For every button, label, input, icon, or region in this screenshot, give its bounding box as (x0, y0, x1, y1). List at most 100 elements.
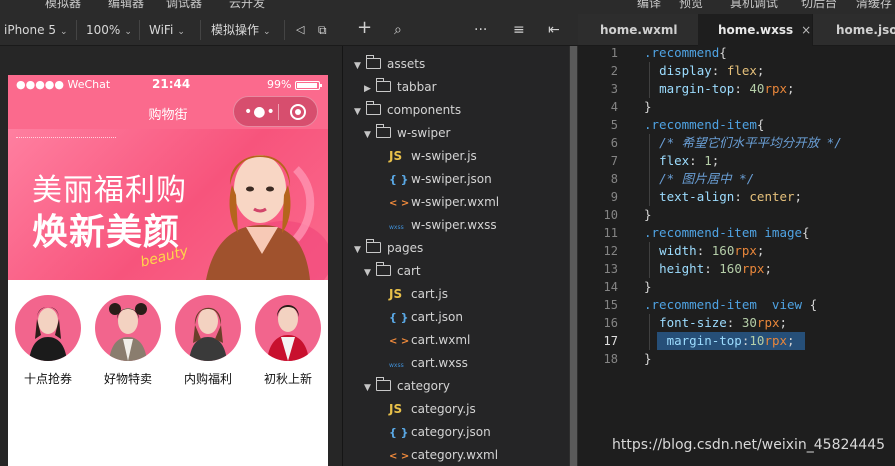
code-token: 160 (719, 261, 742, 276)
code-line: .recommend-item view { (644, 296, 817, 314)
close-target-icon[interactable] (290, 104, 306, 120)
tree-file[interactable]: < > w-swiper.wxml (389, 191, 499, 214)
zoom-select[interactable]: 100% ⌄ (86, 14, 132, 46)
code-token: 40 (749, 81, 765, 96)
operation-select[interactable]: 模拟操作 ⌄ (211, 14, 271, 46)
line-number: 4 (610, 100, 618, 114)
more-icon[interactable]: ··· (474, 20, 487, 40)
menu-simulator[interactable]: 模拟器 (45, 0, 81, 11)
menu-preview[interactable]: 预览 (679, 0, 703, 11)
chevron-right-icon: ▶ (364, 84, 371, 94)
code-token: : (734, 189, 750, 204)
tree-file[interactable]: JS w-swiper.js (389, 145, 477, 168)
explorer-scrollbar[interactable] (569, 46, 578, 466)
menu-clear-cache[interactable]: 清缓存 (856, 0, 892, 11)
tree-file[interactable]: { } w-swiper.json (389, 168, 492, 191)
code-token: 30 (741, 315, 757, 330)
device-select[interactable]: iPhone 5 ⌄ (4, 14, 68, 46)
tree-item-label: w-swiper.js (411, 149, 477, 163)
tree-folder-assets[interactable]: ▼ assets (354, 53, 425, 76)
tree-folder-pages[interactable]: ▼ pages (354, 237, 423, 260)
folder-open-icon (366, 101, 381, 115)
tree-item-label: category (397, 379, 451, 393)
menu-background[interactable]: 切后台 (801, 0, 837, 11)
simulator-toolbar: iPhone 5 ⌄ 100% ⌄ WiFi ⌄ 模拟操作 ⌄ ◁ ⧉ (0, 14, 343, 46)
sort-icon[interactable]: ≡ (513, 20, 525, 40)
js-file-icon: JS (389, 287, 403, 301)
banner-swiper[interactable]: 美丽福利购 焕新美颜 beauty (8, 129, 328, 280)
code-line: margin-top: 40rpx; (644, 80, 795, 98)
menu-compile[interactable]: 编译 (637, 0, 661, 11)
divider (200, 20, 201, 40)
line-number: 11 (603, 226, 618, 240)
tree-file[interactable]: JS category.js (389, 398, 476, 421)
recommend-item[interactable]: 初秋上新 (248, 295, 328, 387)
simulator-panel: ●●●●● WeChat 21:44 99% 购物街 •●• 美丽福利购 焕新美… (0, 46, 343, 466)
code-token: width (659, 243, 697, 258)
close-icon[interactable]: × (801, 23, 811, 37)
more-icon[interactable]: •●• (244, 104, 276, 120)
code-token: ; (787, 81, 795, 96)
code-token: flex (659, 153, 690, 168)
code-line: margin-top:10rpx; (644, 332, 795, 350)
tree-file[interactable]: < > cart.wxml (389, 329, 470, 352)
menu-editor[interactable]: 编辑器 (108, 0, 144, 11)
banner-decoration (16, 137, 116, 157)
recommend-label: 内购福利 (183, 372, 232, 386)
code-token: ; (787, 333, 795, 348)
tree-item-label: assets (387, 57, 426, 71)
add-icon[interactable]: + (357, 18, 372, 38)
network-select[interactable]: WiFi ⌄ (149, 14, 185, 46)
menu-debugger[interactable]: 调试器 (166, 0, 202, 11)
chevron-down-icon: ▼ (364, 130, 371, 140)
volume-icon[interactable]: ◁ (296, 14, 304, 46)
network-label: WiFi (149, 23, 174, 37)
tree-folder-w-swiper[interactable]: ▼ w-swiper (364, 122, 450, 145)
code-line: } (644, 278, 652, 296)
recommend-item[interactable]: 内购福利 (168, 295, 248, 387)
tree-file[interactable]: { } category.json (389, 421, 491, 444)
tree-folder-tabbar[interactable]: ▶ tabbar (364, 76, 437, 99)
tab-home-json[interactable]: home.json (812, 14, 895, 46)
recommend-item[interactable]: 好物特卖 (88, 295, 168, 387)
tree-file[interactable]: { } cart.json (389, 306, 463, 329)
recommend-label: 初秋上新 (263, 372, 312, 386)
tab-home-wxss[interactable]: home.wxss × (698, 14, 812, 46)
code-token: height (659, 261, 705, 276)
tree-file[interactable]: wxss w-swiper.wxss (389, 214, 497, 237)
code-token: display (659, 63, 712, 78)
chevron-down-icon: ▼ (354, 107, 361, 117)
menu-real-debug[interactable]: 真机调试 (730, 0, 778, 11)
line-number: 8 (610, 172, 618, 186)
tree-file[interactable]: < > category.wxml (389, 444, 498, 466)
code-token: : (689, 153, 705, 168)
line-number: 3 (610, 82, 618, 96)
tree-folder-components[interactable]: ▼ components (354, 99, 461, 122)
tree-item-label: w-swiper.wxss (411, 218, 497, 232)
menu-cloud[interactable]: 云开发 (229, 0, 265, 11)
code-line: .recommend-item{ (644, 116, 764, 134)
code-token: { (719, 45, 727, 60)
folder-open-icon (376, 124, 391, 138)
collapse-icon[interactable]: ⇤ (548, 20, 560, 40)
code-line: width: 160rpx; (644, 242, 764, 260)
search-icon[interactable]: ⌕ (394, 20, 402, 40)
tree-file[interactable]: JS cart.js (389, 283, 448, 306)
tree-folder-category[interactable]: ▼ category (364, 375, 450, 398)
recommend-item[interactable]: 十点抢券 (8, 295, 88, 387)
tree-file[interactable]: wxss cart.wxss (389, 352, 468, 375)
line-number: 2 (610, 64, 618, 78)
tree-folder-cart[interactable]: ▼ cart (364, 260, 421, 283)
banner-subheadline: 焕新美颜 (32, 212, 181, 253)
line-number: 13 (603, 262, 618, 276)
code-editor[interactable]: 1 .recommend{2 display: flex; 3 margin-top… (578, 45, 895, 466)
tab-home-wxml[interactable]: home.wxml (578, 14, 698, 46)
window-icon[interactable]: ⧉ (318, 14, 327, 46)
code-line: /* 希望它们水平平均分开放 */ (644, 134, 842, 152)
tree-item-label: cart.wxss (411, 356, 468, 370)
recommend-image (15, 295, 81, 361)
